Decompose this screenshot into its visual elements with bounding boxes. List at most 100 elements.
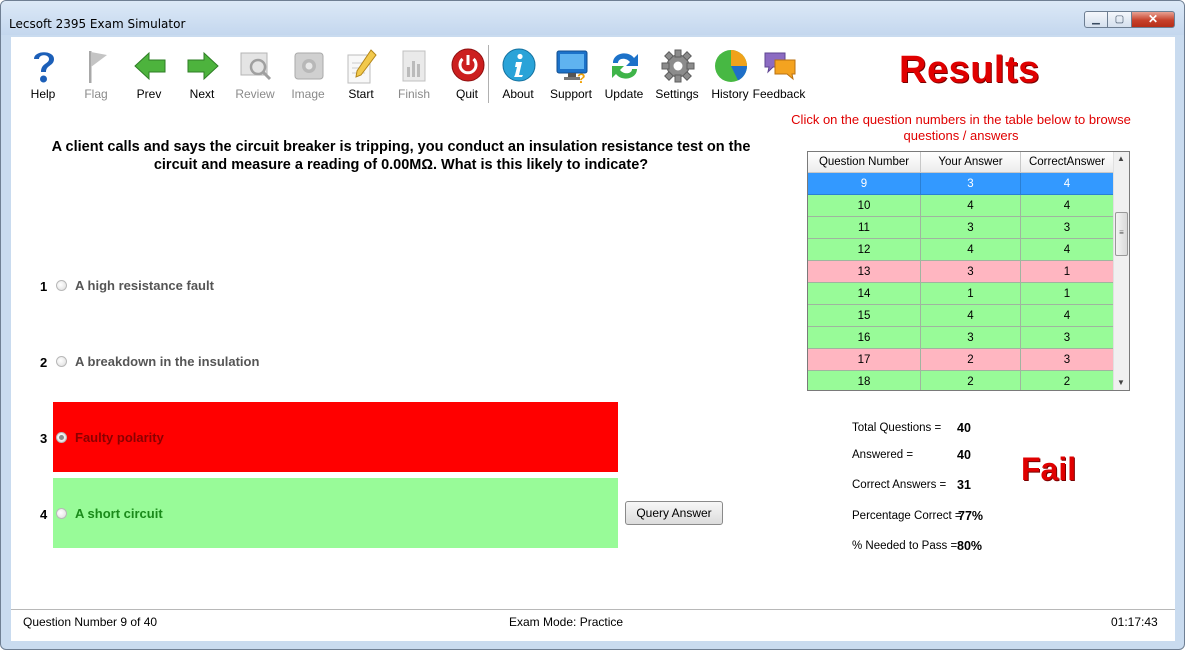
cell-correct-answer[interactable]: 3 xyxy=(1021,327,1113,349)
feedback-label: Feedback xyxy=(752,87,806,101)
status-question-number: Question Number 9 of 40 xyxy=(23,615,158,629)
answer-radio-selected[interactable] xyxy=(56,432,67,443)
column-header-your-answer[interactable]: Your Answer xyxy=(921,152,1021,172)
arrow-right-icon xyxy=(187,51,219,81)
table-row[interactable]: 16 3 3 xyxy=(808,327,1113,349)
column-header-question-number[interactable]: Question Number xyxy=(808,152,921,172)
column-header-correct-answer[interactable]: CorrectAnswer xyxy=(1021,152,1113,172)
cell-question-number[interactable]: 13 xyxy=(808,261,921,283)
flag-icon xyxy=(89,51,107,83)
title-bar: Lecsoft 2395 Exam Simulator ▁ ▢ ✕ xyxy=(1,1,1184,35)
cell-correct-answer[interactable]: 3 xyxy=(1021,217,1113,239)
client-area: Help Flag Prev Next Review Image Start F… xyxy=(11,37,1175,641)
cell-your-answer[interactable]: 4 xyxy=(921,195,1021,217)
table-row[interactable]: 15 4 4 xyxy=(808,305,1113,327)
toolbar: Help Flag Prev Next Review Image Start F… xyxy=(11,37,1145,105)
correct-answers-value: 31 xyxy=(957,478,971,492)
cell-question-number[interactable]: 14 xyxy=(808,283,921,305)
cell-question-number[interactable]: 12 xyxy=(808,239,921,261)
scroll-thumb[interactable]: ≡ xyxy=(1115,212,1128,256)
scroll-down-arrow-icon[interactable]: ▼ xyxy=(1117,378,1125,387)
feedback-button[interactable]: Feedback xyxy=(753,45,805,103)
answer-number: 3 xyxy=(40,431,48,446)
answer-text: Faulty polarity xyxy=(75,430,164,445)
table-row[interactable]: 18 2 2 xyxy=(808,371,1113,390)
speech-bubbles-icon xyxy=(764,52,796,81)
svg-text:?: ? xyxy=(577,70,586,85)
answer-radio[interactable] xyxy=(56,280,67,291)
answer-radio[interactable] xyxy=(56,356,67,367)
cell-your-answer[interactable]: 3 xyxy=(921,327,1021,349)
cell-correct-answer[interactable]: 2 xyxy=(1021,371,1113,390)
answer-text: A short circuit xyxy=(75,506,163,521)
cell-correct-answer[interactable]: 3 xyxy=(1021,349,1113,371)
cell-correct-answer[interactable]: 4 xyxy=(1021,195,1113,217)
results-title: Results xyxy=(899,49,1040,91)
cell-correct-answer[interactable]: 4 xyxy=(1021,173,1113,195)
review-magnifier-icon xyxy=(240,52,272,81)
cell-question-number[interactable]: 11 xyxy=(808,217,921,239)
cell-your-answer[interactable]: 1 xyxy=(921,283,1021,305)
results-table: Question Number Your Answer CorrectAnswe… xyxy=(807,151,1130,391)
answer-number: 4 xyxy=(40,507,48,522)
cell-correct-answer[interactable]: 4 xyxy=(1021,305,1113,327)
cell-question-number[interactable]: 16 xyxy=(808,327,921,349)
query-answer-button[interactable]: Query Answer xyxy=(625,501,723,525)
table-row[interactable]: 17 2 3 xyxy=(808,349,1113,371)
status-timer: 01:17:43 xyxy=(1111,615,1158,629)
question-text: A client calls and says the circuit brea… xyxy=(51,139,751,173)
gear-icon xyxy=(661,49,695,83)
cell-correct-answer[interactable]: 1 xyxy=(1021,283,1113,305)
support-monitor-icon: ? xyxy=(556,50,588,85)
pie-chart-icon xyxy=(715,50,747,82)
table-scrollbar[interactable]: ▲ ≡ ▼ xyxy=(1113,152,1129,390)
power-icon xyxy=(451,48,485,82)
window-controls: ▁ ▢ ✕ xyxy=(1084,11,1175,29)
answer-text: A breakdown in the insulation xyxy=(75,354,260,369)
answer-number: 2 xyxy=(40,355,48,370)
percentage-correct-value: 77% xyxy=(958,509,984,523)
table-row[interactable]: 13 3 1 xyxy=(808,261,1113,283)
result-verdict: Fail xyxy=(1021,451,1077,487)
cell-your-answer[interactable]: 3 xyxy=(921,173,1021,195)
start-pencil-icon xyxy=(347,49,377,84)
cell-correct-answer[interactable]: 4 xyxy=(1021,239,1113,261)
cell-your-answer[interactable]: 4 xyxy=(921,239,1021,261)
minimize-button[interactable]: ▁ xyxy=(1084,11,1108,28)
status-exam-mode: Exam Mode: Practice xyxy=(509,615,624,629)
info-icon xyxy=(502,48,536,82)
total-questions-label: Total Questions = xyxy=(852,422,942,434)
total-questions-value: 40 xyxy=(957,421,971,435)
cell-your-answer[interactable]: 3 xyxy=(921,261,1021,283)
needed-to-pass-value: 80% xyxy=(957,539,983,553)
table-row[interactable]: 12 4 4 xyxy=(808,239,1113,261)
answered-value: 40 xyxy=(957,448,971,462)
cell-question-number[interactable]: 15 xyxy=(808,305,921,327)
answered-label: Answered = xyxy=(852,449,914,461)
cell-question-number[interactable]: 18 xyxy=(808,371,921,390)
table-row[interactable]: 11 3 3 xyxy=(808,217,1113,239)
table-row[interactable]: 14 1 1 xyxy=(808,283,1113,305)
maximize-button[interactable]: ▢ xyxy=(1108,11,1132,28)
status-bar: Question Number 9 of 40 Exam Mode: Pract… xyxy=(11,609,1175,634)
cell-your-answer[interactable]: 3 xyxy=(921,217,1021,239)
cell-question-number[interactable]: 9 xyxy=(808,173,921,195)
close-button[interactable]: ✕ xyxy=(1132,11,1175,28)
needed-to-pass-label: % Needed to Pass = xyxy=(852,540,958,552)
cell-question-number[interactable]: 10 xyxy=(808,195,921,217)
window-title: Lecsoft 2395 Exam Simulator xyxy=(9,17,186,31)
cell-question-number[interactable]: 17 xyxy=(808,349,921,371)
answer-radio[interactable] xyxy=(56,508,67,519)
correct-answers-label: Correct Answers = xyxy=(852,479,947,491)
cell-correct-answer[interactable]: 1 xyxy=(1021,261,1113,283)
cell-your-answer[interactable]: 2 xyxy=(921,349,1021,371)
cell-your-answer[interactable]: 4 xyxy=(921,305,1021,327)
update-arrows-icon xyxy=(612,53,638,79)
table-row[interactable]: 10 4 4 xyxy=(808,195,1113,217)
table-row[interactable]: 934 xyxy=(808,173,1113,195)
app-window: Lecsoft 2395 Exam Simulator ▁ ▢ ✕ Help F… xyxy=(0,0,1185,650)
cell-your-answer[interactable]: 2 xyxy=(921,371,1021,390)
help-icon xyxy=(34,52,54,83)
answer-text: A high resistance fault xyxy=(75,278,214,293)
scroll-up-arrow-icon[interactable]: ▲ xyxy=(1117,154,1125,163)
